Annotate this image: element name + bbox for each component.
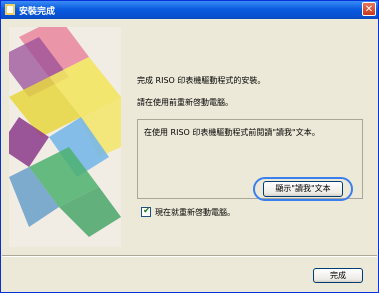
installer-window: 安裝完成 ✕ 完成 RISO 印表機驅動程式的安裝。 請在使用前重新啓動電腦。 … (0, 0, 379, 293)
show-readme-button[interactable]: 顯示"讀我"文本 (263, 181, 343, 197)
footer-divider (2, 255, 377, 257)
window-title: 安裝完成 (19, 7, 56, 17)
close-button[interactable]: ✕ (362, 2, 376, 16)
art-graphic (9, 27, 121, 247)
readme-instruction-text: 在使用 RISO 印表機驅動程式前閱讀"讀我"文本。 (144, 128, 320, 137)
restart-now-checkbox[interactable]: ✔ (141, 206, 151, 217)
restart-notice-text: 請在使用前重新啓動電腦。 (137, 98, 233, 107)
decorative-art (9, 27, 121, 247)
installer-icon (5, 4, 15, 15)
checkmark-icon: ✔ (143, 206, 151, 216)
title-bar[interactable]: 安裝完成 ✕ (1, 1, 378, 19)
install-complete-text: 完成 RISO 印表機驅動程式的安裝。 (137, 76, 266, 85)
finish-button[interactable]: 完成 (313, 268, 363, 283)
restart-now-label: 現在就重新啓動電腦。 (155, 208, 235, 217)
